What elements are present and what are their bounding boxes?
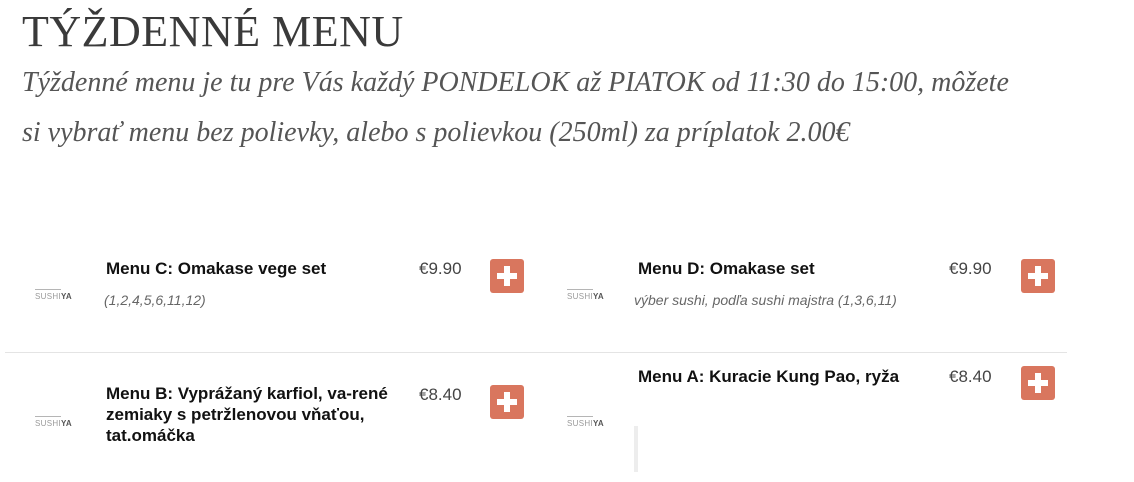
menu-item-name: Menu D: Omakase set — [638, 259, 815, 278]
add-to-cart-button[interactable] — [490, 259, 524, 293]
add-to-cart-button[interactable] — [490, 385, 524, 419]
menu-item-description: (1,2,4,5,6,11,12) — [104, 292, 206, 308]
menu-item: SUSHIYA Menu A: Kuracie Kung Pao, ryža €… — [532, 356, 1064, 456]
weekly-menu-intro: Týždenné menu je tu pre Vás každý PONDEL… — [22, 67, 1009, 148]
menu-item-name: Menu B: Vyprážaný karfiol, va-rené zemia… — [106, 384, 388, 445]
add-to-cart-button[interactable] — [1021, 259, 1055, 293]
sushiya-logo: SUSHIYA — [567, 289, 604, 301]
menu-item-price: €9.90 — [949, 259, 992, 278]
menu-item: SUSHIYA Menu C: Omakase vege set (1,2,4,… — [0, 250, 532, 350]
scroll-indicator — [634, 426, 638, 472]
row-divider — [5, 352, 1067, 353]
sushiya-logo: SUSHIYA — [567, 416, 604, 428]
sushiya-logo: SUSHIYA — [35, 416, 72, 428]
menu-item-price: €9.90 — [419, 259, 462, 278]
menu-item-name: Menu A: Kuracie Kung Pao, ryža — [638, 367, 900, 386]
menu-item: SUSHIYA Menu B: Vyprážaný karfiol, va-re… — [0, 375, 532, 475]
menu-item-name: Menu C: Omakase vege set — [106, 259, 327, 278]
menu-item-price: €8.40 — [949, 367, 992, 386]
sushiya-logo: SUSHIYA — [35, 289, 72, 301]
page-title: TÝŽDENNÉ MENU — [22, 7, 404, 56]
menu-item-description: výber sushi, podľa sushi majstra (1,3,6,… — [634, 292, 897, 308]
menu-item-price: €8.40 — [419, 385, 462, 404]
add-to-cart-button[interactable] — [1021, 366, 1055, 400]
menu-item: SUSHIYA Menu D: Omakase set výber sushi,… — [532, 250, 1064, 350]
